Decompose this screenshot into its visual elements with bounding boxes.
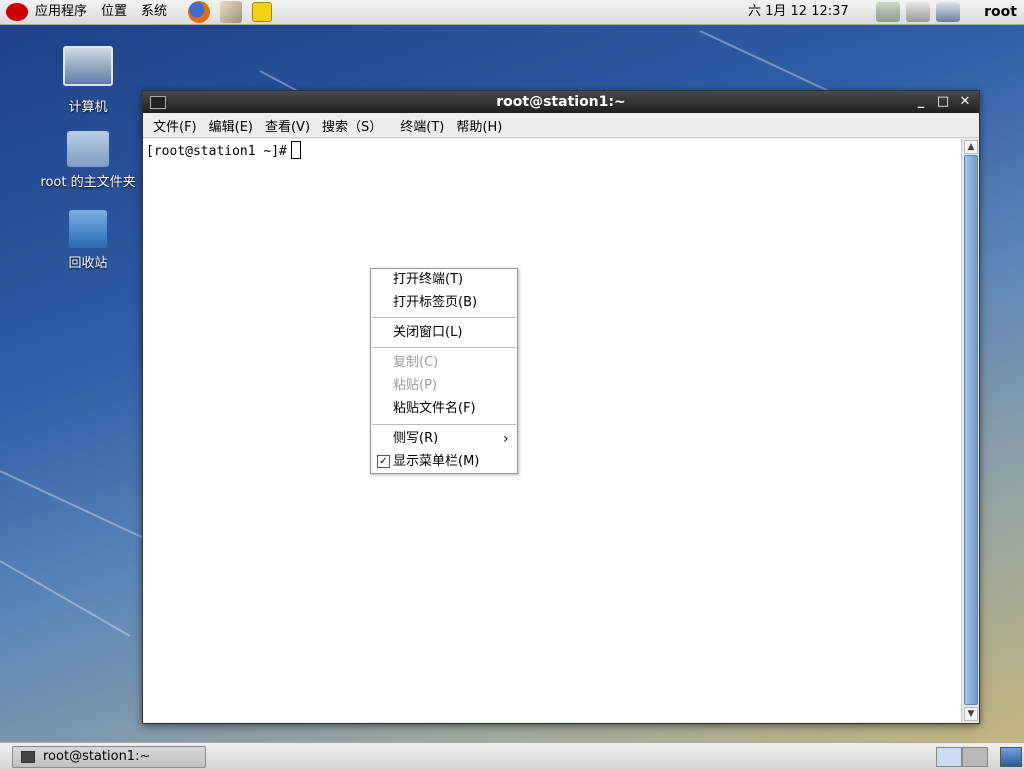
menu-item-copy: 复制(C) [393,355,439,370]
shell-prompt: [root@station1 ~]# [146,141,301,159]
network-icon[interactable] [876,2,900,22]
prompt-text: [root@station1 ~]# [146,144,287,159]
menu-item-open-tab[interactable]: 打开标签页(B) [393,293,477,313]
menu-item-paste-filenames[interactable]: 粘贴文件名(F) [393,399,476,419]
minimize-button[interactable]: _ [911,91,931,113]
scroll-up-arrow-icon[interactable]: ▲ [964,140,978,154]
menu-file[interactable]: 文件(F) [147,116,203,135]
desktop-icon-label: root 的主文件夹 [40,175,136,190]
close-button[interactable]: ✕ [955,91,975,113]
terminal-icon [21,751,35,763]
context-menu: 打开终端(T) 打开标签页(B) 关闭窗口(L) 复制(C) 粘贴(P) 粘贴文… [370,268,518,474]
notes-icon[interactable] [252,2,273,22]
desktop-icon-label: 计算机 [68,100,108,115]
system-tray [876,2,960,22]
workspace-1[interactable] [936,747,962,767]
user-name[interactable]: root [984,0,1017,24]
applications-menu[interactable]: 应用程序 [28,0,94,24]
places-menu[interactable]: 位置 [94,0,134,24]
maximize-button[interactable]: □ [933,91,953,113]
scroll-down-arrow-icon[interactable]: ▼ [964,707,978,721]
wallpaper-streak [0,470,164,548]
title-bar[interactable]: root@station1:~ _ □ ✕ [143,91,979,113]
vertical-scrollbar[interactable]: ▲ ▼ [961,139,979,722]
network-manager-icon[interactable] [936,2,960,22]
window-title: root@station1:~ [496,94,626,110]
volume-icon[interactable] [906,2,930,22]
top-panel: 应用程序 位置 系统 六 1月 12 12:37 root [0,0,1024,25]
workspace-2[interactable] [962,747,988,767]
menu-view[interactable]: 查看(V) [259,116,316,135]
desktop-icon-label: 回收站 [68,256,108,271]
menu-item-show-menubar[interactable]: 显示菜单栏(M) [393,452,479,472]
trash-icon [69,210,107,248]
taskbar-window-label: root@station1:~ [43,749,151,764]
menu-edit[interactable]: 编辑(E) [203,116,259,135]
menu-item-profiles[interactable]: 侧写(R) [393,429,438,449]
menu-item-paste: 粘贴(P) [393,378,437,393]
computer-icon [63,46,113,86]
terminal-body[interactable]: [root@station1 ~]# [143,139,961,722]
taskbar-window-button[interactable]: root@station1:~ [12,746,206,768]
menu-help[interactable]: 帮助(H) [450,116,508,135]
menu-search[interactable]: 搜索（S） [316,116,388,135]
menu-separator [372,424,516,425]
text-cursor [290,141,301,159]
home-folder-icon [67,131,109,167]
submenu-arrow-icon: › [503,431,509,447]
menu-terminal[interactable]: 终端(T) [394,116,450,135]
checkbox-checked-icon[interactable]: ✓ [377,455,390,468]
desktop-icon-home[interactable]: root 的主文件夹 [33,131,143,190]
terminal-icon [150,96,166,109]
desktop-icon-trash[interactable]: 回收站 [33,210,143,271]
terminal-menubar: 文件(F) 编辑(E) 查看(V) 搜索（S） 终端(T) 帮助(H) [143,113,979,138]
bottom-panel: root@station1:~ [0,742,1024,769]
menu-separator [372,347,516,348]
menu-item-close-window[interactable]: 关闭窗口(L) [393,323,462,343]
terminal-window: root@station1:~ _ □ ✕ 文件(F) 编辑(E) 查看(V) … [142,90,980,724]
redhat-logo-icon[interactable] [6,3,28,21]
wallpaper-streak [0,560,131,637]
desktop-icon-computer[interactable]: 计算机 [33,46,143,115]
mail-icon[interactable] [220,1,243,23]
system-menu[interactable]: 系统 [134,0,174,24]
scrollbar-thumb[interactable] [964,155,978,705]
menu-item-open-terminal[interactable]: 打开终端(T) [393,270,463,290]
show-desktop-icon[interactable] [1000,747,1022,767]
menu-separator [372,317,516,318]
firefox-icon[interactable] [188,1,211,23]
clock[interactable]: 六 1月 12 12:37 [748,0,849,24]
